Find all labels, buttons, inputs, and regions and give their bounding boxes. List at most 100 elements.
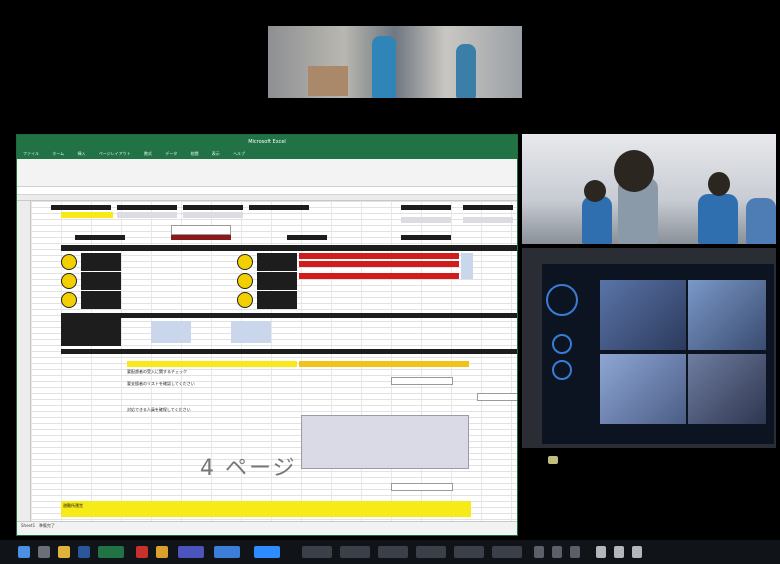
camera-tile bbox=[688, 280, 766, 350]
person-head bbox=[614, 150, 654, 192]
header-cell bbox=[117, 205, 177, 210]
ribbon-toolbar[interactable] bbox=[17, 159, 517, 187]
status-icon bbox=[237, 292, 253, 308]
alert-row[interactable] bbox=[299, 273, 459, 279]
person-figure bbox=[582, 196, 612, 244]
panel-instruction: 要支援者のリストを確認してください bbox=[127, 381, 195, 386]
header-cell bbox=[463, 205, 513, 210]
small-app-icon[interactable] bbox=[548, 456, 558, 464]
person-head bbox=[584, 180, 606, 202]
menu-item[interactable]: ファイル bbox=[23, 151, 39, 156]
panel-instruction: 対応できる人員を確保してください bbox=[127, 407, 191, 412]
control-dial-icon bbox=[546, 284, 578, 316]
app-icon[interactable] bbox=[614, 546, 624, 558]
panel-left-title: 要配慮者の受入に関するチェック bbox=[127, 369, 187, 374]
menu-item[interactable]: 表示 bbox=[212, 151, 220, 156]
table-header bbox=[61, 313, 517, 318]
app-taskbar-button[interactable] bbox=[214, 546, 240, 558]
search-icon[interactable] bbox=[38, 546, 50, 558]
app-taskbar-button[interactable] bbox=[416, 546, 446, 558]
teams-taskbar-button[interactable] bbox=[178, 546, 204, 558]
person-figure bbox=[456, 44, 476, 98]
excel-taskbar-button[interactable] bbox=[98, 546, 124, 558]
app-taskbar-button[interactable] bbox=[454, 546, 484, 558]
camera-tile bbox=[600, 280, 686, 350]
label-cell bbox=[81, 272, 121, 290]
header-cell bbox=[249, 205, 309, 210]
taskbar[interactable] bbox=[0, 540, 780, 564]
highlight-cell[interactable] bbox=[61, 212, 113, 218]
zoom-taskbar-button[interactable] bbox=[254, 546, 280, 558]
table-label bbox=[61, 318, 121, 346]
person-figure bbox=[698, 194, 738, 244]
input-cell[interactable] bbox=[401, 217, 451, 223]
app-icon[interactable] bbox=[596, 546, 606, 558]
app-icon[interactable] bbox=[552, 546, 562, 558]
app-icon[interactable] bbox=[156, 546, 168, 558]
menu-item[interactable]: 挿入 bbox=[77, 151, 85, 156]
input-cell[interactable] bbox=[463, 217, 513, 223]
app-icon[interactable] bbox=[136, 546, 148, 558]
menu-item[interactable]: 校閲 bbox=[191, 151, 199, 156]
panel-header-right bbox=[299, 361, 469, 367]
app-icon[interactable] bbox=[570, 546, 580, 558]
app-taskbar-button[interactable] bbox=[340, 546, 370, 558]
entry-field[interactable] bbox=[391, 483, 453, 491]
folder-icon[interactable] bbox=[58, 546, 70, 558]
table-cell[interactable] bbox=[151, 321, 191, 343]
monitor-screen bbox=[542, 264, 774, 444]
status-icon bbox=[237, 254, 253, 270]
video-feed-staff bbox=[522, 134, 776, 244]
sheet-tab[interactable]: Sheet1 bbox=[21, 523, 35, 528]
status-icon bbox=[61, 292, 77, 308]
alert-row[interactable] bbox=[299, 261, 459, 267]
control-knob-icon bbox=[552, 334, 572, 354]
header-cell bbox=[171, 235, 231, 240]
app-icon[interactable] bbox=[632, 546, 642, 558]
camera-tile bbox=[688, 354, 766, 424]
table-header bbox=[61, 349, 517, 354]
menu-item[interactable]: ページレイアウト bbox=[99, 151, 131, 156]
menu-item[interactable]: 数式 bbox=[144, 151, 152, 156]
header-cell bbox=[75, 235, 125, 240]
app-icon[interactable] bbox=[534, 546, 544, 558]
input-cell[interactable] bbox=[183, 212, 243, 218]
room-furniture bbox=[308, 66, 348, 96]
label-cell bbox=[81, 291, 121, 309]
header-cell bbox=[51, 205, 111, 210]
person-figure bbox=[372, 36, 396, 98]
status-icon bbox=[237, 273, 253, 289]
video-feed-monitor bbox=[522, 248, 776, 448]
header-cell bbox=[401, 235, 451, 240]
status-text: 準備完了 bbox=[38, 523, 55, 528]
status-icon bbox=[61, 273, 77, 289]
label-cell bbox=[81, 253, 121, 271]
input-cell[interactable] bbox=[117, 212, 177, 218]
menu-item[interactable]: ヘルプ bbox=[233, 151, 245, 156]
label-cell bbox=[257, 272, 297, 290]
table-cell[interactable] bbox=[231, 321, 271, 343]
app-icon[interactable] bbox=[78, 546, 90, 558]
formula-bar[interactable] bbox=[17, 187, 517, 195]
menu-item[interactable]: データ bbox=[165, 151, 177, 156]
row-headers[interactable] bbox=[17, 201, 31, 521]
start-icon[interactable] bbox=[18, 546, 30, 558]
label-cell bbox=[257, 291, 297, 309]
grey-panel[interactable] bbox=[301, 415, 469, 469]
entry-field[interactable] bbox=[391, 377, 453, 385]
side-button[interactable] bbox=[477, 393, 517, 401]
header-cell bbox=[183, 205, 243, 210]
app-taskbar-button[interactable] bbox=[492, 546, 522, 558]
alert-row[interactable] bbox=[299, 253, 459, 259]
ribbon-menu[interactable]: ファイル ホーム 挿入 ページレイアウト 数式 データ 校閲 表示 ヘルプ bbox=[17, 149, 517, 159]
control-knob-icon bbox=[552, 360, 572, 380]
app-taskbar-button[interactable] bbox=[302, 546, 332, 558]
input-cell[interactable] bbox=[171, 225, 231, 235]
person-head bbox=[708, 172, 730, 196]
app-taskbar-button[interactable] bbox=[378, 546, 408, 558]
input-cell[interactable] bbox=[461, 253, 473, 279]
section-header bbox=[61, 245, 517, 251]
camera-tile bbox=[600, 354, 686, 424]
top-camera-feed bbox=[268, 26, 522, 98]
menu-item[interactable]: ホーム bbox=[52, 151, 64, 156]
